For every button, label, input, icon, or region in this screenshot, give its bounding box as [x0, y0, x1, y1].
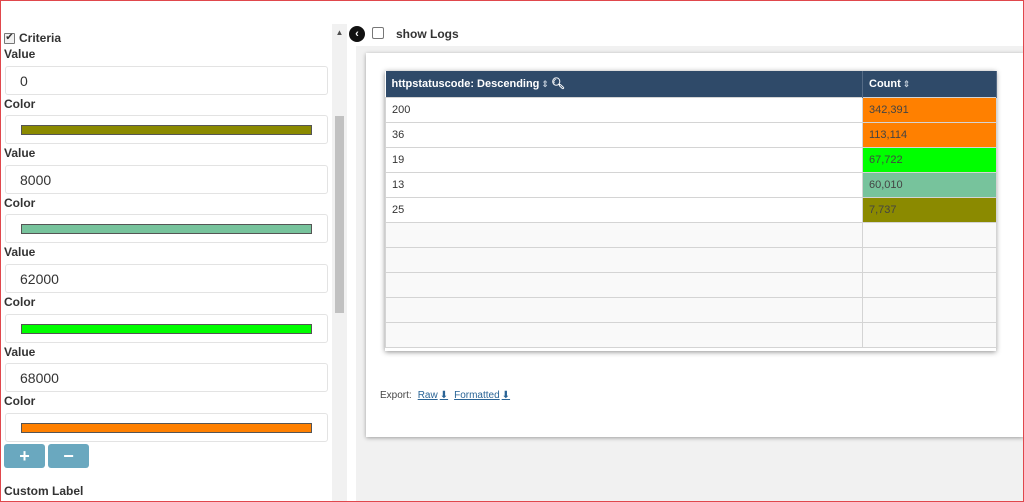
criteria-checkbox[interactable]: ✔: [4, 32, 15, 44]
status-code-cell: 25: [385, 196, 863, 223]
status-code-cell: 200: [385, 96, 863, 123]
column-header-httpstatuscode[interactable]: httpstatuscode: Descending ⇕ 🔍︎: [385, 71, 863, 97]
color-picker[interactable]: [5, 214, 328, 243]
value-label: Value: [4, 245, 36, 259]
empty-cell: [862, 246, 997, 273]
empty-table-row: [385, 271, 997, 298]
criteria-label: Criteria: [19, 31, 62, 45]
color-swatch: [21, 125, 312, 135]
export-label: Export:: [380, 390, 412, 401]
remove-threshold-button[interactable]: −: [48, 444, 89, 468]
color-swatch: [21, 324, 312, 334]
results-card: httpstatuscode: Descending ⇕ 🔍︎ Count ⇕ 200…: [366, 53, 1024, 437]
scroll-up-arrow-icon[interactable]: ▲: [332, 24, 347, 41]
color-picker[interactable]: [5, 314, 328, 343]
value-input[interactable]: 0: [5, 66, 328, 95]
show-logs-checkbox[interactable]: [372, 27, 384, 39]
empty-table-row: [385, 321, 997, 348]
export-formatted-link[interactable]: Formatted ⬇: [454, 390, 510, 401]
color-swatch: [21, 423, 312, 433]
empty-cell: [862, 296, 997, 323]
table-row[interactable]: 13 60,010: [385, 171, 997, 198]
table-row[interactable]: 25 7,737: [385, 196, 997, 223]
value-label: Value: [4, 47, 36, 61]
left-panel-scrollbar[interactable]: ▲: [332, 24, 347, 502]
criteria-toggle[interactable]: ✔ Criteria: [4, 30, 61, 46]
sort-icon[interactable]: ⇕: [541, 79, 549, 89]
value-input[interactable]: 62000: [5, 264, 328, 293]
empty-table-row: [385, 246, 997, 273]
status-code-cell: 36: [385, 121, 863, 148]
value-label: Value: [4, 146, 36, 160]
table-row[interactable]: 36 113,114: [385, 121, 997, 148]
color-picker[interactable]: [5, 115, 328, 144]
sort-icon[interactable]: ⇕: [903, 79, 911, 89]
custom-label-heading: Custom Label: [4, 484, 84, 498]
show-logs-label: show Logs: [396, 27, 459, 41]
column-header-count[interactable]: Count ⇕: [862, 71, 997, 97]
color-label: Color: [4, 394, 36, 408]
empty-table-row: [385, 296, 997, 323]
export-raw-link[interactable]: Raw ⬇: [418, 390, 448, 401]
export-bar: Export: Raw ⬇ Formatted ⬇: [380, 390, 510, 401]
results-table: httpstatuscode: Descending ⇕ 🔍︎ Count ⇕ 200…: [385, 71, 997, 351]
download-icon: ⬇: [439, 390, 449, 401]
empty-cell: [385, 296, 863, 323]
color-swatch: [21, 224, 312, 234]
empty-table-row: [385, 221, 997, 248]
search-icon[interactable]: 🔍︎: [551, 78, 565, 90]
scroll-thumb[interactable]: [335, 116, 344, 313]
value-label: Value: [4, 345, 36, 359]
value-input[interactable]: 68000: [5, 363, 328, 392]
count-cell: 342,391: [862, 96, 997, 123]
empty-cell: [385, 221, 863, 248]
download-icon: ⬇: [501, 390, 511, 401]
color-label: Color: [4, 97, 36, 111]
collapse-panel-icon[interactable]: ‹: [349, 26, 365, 42]
count-cell: 60,010: [862, 171, 997, 198]
empty-cell: [385, 271, 863, 298]
empty-cell: [385, 321, 863, 348]
add-threshold-button[interactable]: +: [4, 444, 45, 468]
empty-cell: [385, 246, 863, 273]
status-code-cell: 13: [385, 171, 863, 198]
color-picker[interactable]: [5, 413, 328, 442]
count-cell: 67,722: [862, 146, 997, 173]
criteria-panel: ✔ Criteria Value 0 Color Value 8000 Colo…: [0, 0, 332, 502]
empty-cell: [862, 271, 997, 298]
empty-cell: [862, 221, 997, 248]
count-cell: 7,737: [862, 196, 997, 223]
value-input[interactable]: 8000: [5, 165, 328, 194]
color-label: Color: [4, 295, 36, 309]
count-cell: 113,114: [862, 121, 997, 148]
color-label: Color: [4, 196, 36, 210]
empty-cell: [862, 321, 997, 348]
table-row[interactable]: 200 342,391: [385, 96, 997, 123]
table-row[interactable]: 19 67,722: [385, 146, 997, 173]
status-code-cell: 19: [385, 146, 863, 173]
